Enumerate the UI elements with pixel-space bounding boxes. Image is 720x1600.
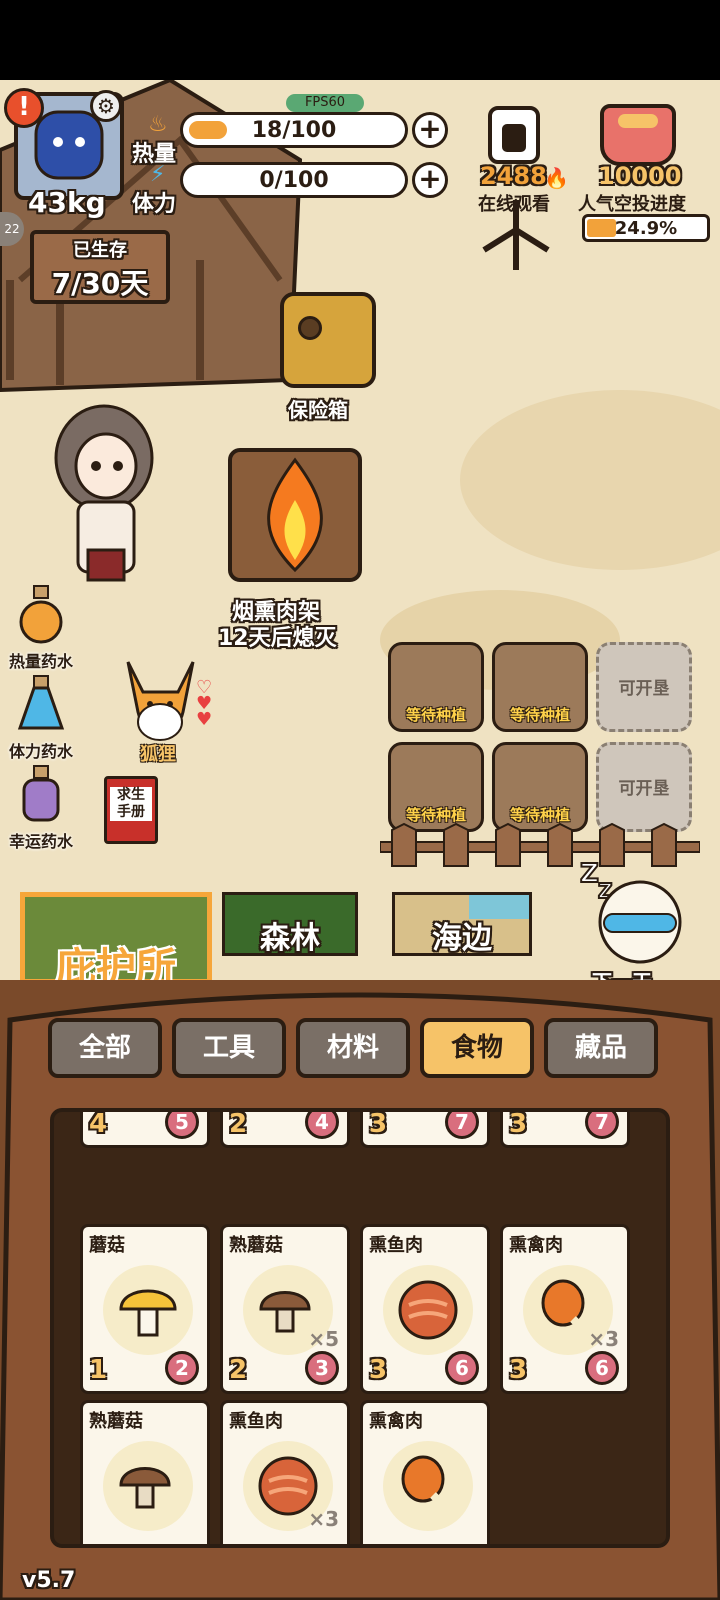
airdrop-gift-icon[interactable]: [600, 104, 676, 166]
smoker-status: 12天后熄灭: [218, 626, 337, 651]
airdrop-percent: 24.9%: [614, 218, 678, 239]
luck-potion-label: 幸运药水: [8, 832, 73, 851]
survived-sign: 已生存 7/30天: [30, 230, 170, 304]
heat-potion-icon: [19, 585, 63, 644]
safe-dial-icon: [298, 316, 322, 340]
location-tab-shelter[interactable]: 庇护所: [20, 892, 212, 991]
svg-text:Z: Z: [580, 859, 599, 889]
status-bar-area: [0, 0, 720, 80]
category-all[interactable]: 全部: [48, 1018, 162, 1078]
stamina-bar: 0/100: [180, 162, 408, 198]
heat-icon: ♨: [148, 112, 168, 137]
inventory-item[interactable]: 2 4: [220, 1112, 350, 1148]
location-forest-label: 森林: [260, 921, 320, 956]
location-beach-label: 海边: [432, 921, 492, 956]
luck-potion-icon: [22, 765, 60, 822]
smoked-fish-icon: [398, 1280, 458, 1340]
inventory-item-smoked-poultry[interactable]: 熏禽肉: [360, 1400, 490, 1544]
safe-label: 保险箱: [288, 398, 348, 422]
viewers-label: 在线观看: [478, 194, 550, 215]
inventory-grid: ×3 4 5 2 4 ×2 3 7 ×5 3 7 蘑菇 1 2 熟蘑菇 ×5 2…: [50, 1108, 670, 1548]
plot-4[interactable]: 等待种植: [388, 742, 484, 832]
camera-icon[interactable]: [488, 106, 540, 164]
add-heat-button[interactable]: +: [412, 112, 448, 148]
safe-box[interactable]: [280, 292, 376, 388]
heat-potion[interactable]: 热量药水: [6, 584, 76, 672]
category-collectibles[interactable]: 藏品: [544, 1018, 658, 1078]
survival-manual-label: 求生 手册: [110, 787, 152, 821]
affection-hearts-icon: ♡ ♥ ♥: [196, 677, 213, 730]
player-weight: 43kg: [28, 186, 106, 219]
inventory-item-cooked-mushroom[interactable]: 熟蘑菇 ×5 2 3: [220, 1224, 350, 1394]
alert-icon[interactable]: !: [4, 88, 44, 128]
plot-2[interactable]: 等待种植: [492, 642, 588, 732]
plot-1[interactable]: 等待种植: [388, 642, 484, 732]
airdrop-count: 10000: [598, 162, 682, 190]
heat-potion-label: 热量药水: [8, 652, 73, 671]
flame-icon: 🔥: [544, 166, 569, 190]
viewers-count: 2488: [480, 162, 547, 190]
inventory-item[interactable]: ×3 4 5: [80, 1112, 210, 1148]
survived-days: 7/30天: [51, 267, 149, 300]
survived-label: 已生存: [73, 240, 127, 261]
inventory-item[interactable]: ×5 3 7: [500, 1112, 630, 1148]
lightning-icon: ⚡: [150, 162, 166, 187]
sleeping-character-icon[interactable]: Z Z: [578, 858, 688, 968]
airdrop-label: 人气空投进度: [578, 194, 686, 215]
inventory-item-smoked-fish[interactable]: 熏鱼肉 3 6: [360, 1224, 490, 1394]
cooked-mushroom-icon: [119, 1467, 171, 1509]
version-label: v5.7: [22, 1568, 76, 1593]
fox-label: 狐狸: [140, 744, 176, 765]
survival-manual-button[interactable]: 求生 手册: [104, 776, 158, 844]
stamina-potion[interactable]: 体力药水: [6, 674, 76, 762]
plot-6-locked[interactable]: 可开垦: [596, 742, 692, 832]
add-stamina-button[interactable]: +: [412, 162, 448, 198]
location-tab-forest[interactable]: 森林: [222, 892, 358, 956]
stamina-value: 0/100: [259, 168, 329, 193]
settings-gear-icon[interactable]: ⚙: [90, 90, 122, 122]
inventory-item-smoked-fish[interactable]: 熏鱼肉 ×3: [220, 1400, 350, 1544]
stamina-label: 体力: [132, 192, 177, 217]
inventory-item[interactable]: ×2 3 7: [360, 1112, 490, 1148]
inventory-item-smoked-poultry[interactable]: 熏禽肉 ×3 3 6: [500, 1224, 630, 1394]
player-character[interactable]: [44, 400, 164, 590]
inventory-item-mushroom[interactable]: 蘑菇 1 2: [80, 1224, 210, 1394]
category-tools[interactable]: 工具: [172, 1018, 286, 1078]
airdrop-progress: 24.9%: [582, 214, 710, 242]
fps-indicator: FPS60: [286, 94, 364, 112]
drumstick-icon: [401, 1455, 454, 1516]
category-food[interactable]: 食物: [420, 1018, 534, 1078]
inventory-item-cooked-mushroom[interactable]: 熟蘑菇: [80, 1400, 210, 1544]
plot-3-locked[interactable]: 可开垦: [596, 642, 692, 732]
luck-potion[interactable]: 幸运药水: [6, 764, 76, 852]
plot-5[interactable]: 等待种植: [492, 742, 588, 832]
mushroom-icon: [119, 1289, 177, 1337]
heat-value: 18/100: [251, 118, 337, 143]
heat-bar: 18/100: [180, 112, 408, 148]
stamina-potion-icon: [17, 675, 65, 730]
smoking-rack[interactable]: [210, 430, 380, 600]
category-materials[interactable]: 材料: [296, 1018, 410, 1078]
location-tab-beach[interactable]: 海边: [392, 892, 532, 956]
stamina-potion-label: 体力药水: [8, 742, 73, 761]
